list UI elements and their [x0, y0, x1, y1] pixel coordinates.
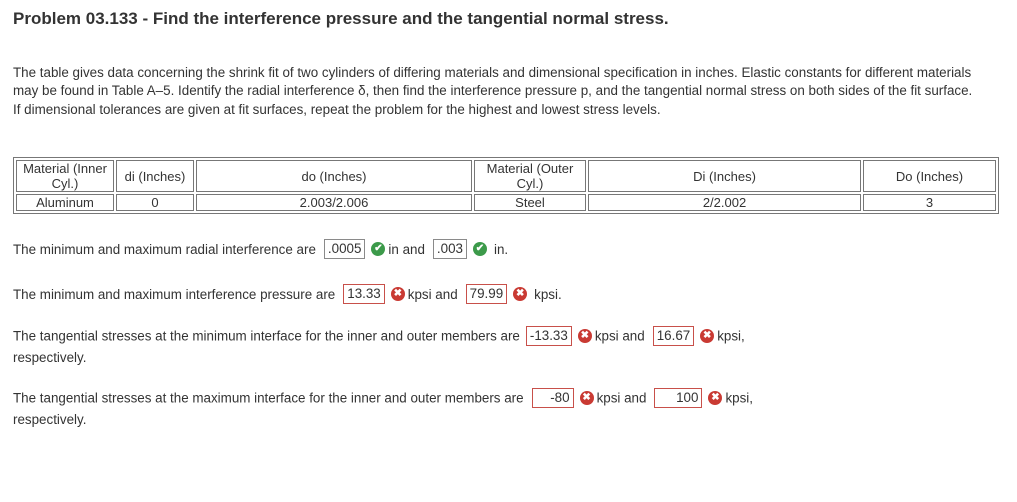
question-radial-interference: The minimum and maximum radial interfere… [13, 239, 508, 259]
answer-input-inner-stress-min[interactable]: -13.33 [525, 326, 572, 347]
data-table: Material (Inner Cyl.) di (Inches) do (In… [13, 157, 999, 214]
answer-input-max-interference[interactable]: .003 [432, 239, 467, 259]
unit-text: in. [493, 241, 509, 257]
unit-text: in and [388, 241, 425, 257]
question-text: The minimum and maximum radial interfere… [13, 241, 316, 257]
tail-text: respectively. [13, 412, 87, 428]
answer-input-inner-stress-max[interactable]: -80 [531, 388, 574, 409]
question-interference-pressure: The minimum and maximum interference pre… [13, 284, 562, 304]
table-header-material-outer: Material (Outer Cyl.) [474, 160, 586, 192]
question-text: The tangential stresses at the minimum i… [13, 328, 520, 344]
table-row: Aluminum 0 2.003/2.006 Steel 2/2.002 3 [16, 194, 996, 211]
check-icon: ✔ [371, 242, 386, 256]
answer-input-min-pressure[interactable]: 13.33 [343, 284, 385, 304]
answer-input-outer-stress-min[interactable]: 16.67 [652, 326, 695, 347]
cross-icon: ✖ [513, 287, 528, 301]
unit-text: kpsi. [534, 286, 562, 302]
table-header-row: Material (Inner Cyl.) di (Inches) do (In… [16, 160, 996, 192]
cross-icon: ✖ [579, 391, 594, 406]
table-cell: 0 [116, 194, 194, 211]
cross-icon: ✖ [390, 287, 405, 301]
cross-icon: ✖ [577, 329, 592, 344]
unit-text: kpsi, [717, 328, 745, 344]
table-header-Di: Di (Inches) [588, 160, 861, 192]
table-cell: Steel [474, 194, 586, 211]
question-text: The tangential stresses at the maximum i… [13, 390, 524, 406]
table-cell: Aluminum [16, 194, 114, 211]
table-header-di: di (Inches) [116, 160, 194, 192]
question-text: The minimum and maximum interference pre… [13, 286, 336, 302]
unit-text: kpsi and [407, 286, 458, 302]
tail-text: respectively. [13, 350, 87, 366]
table-cell: 3 [863, 194, 996, 211]
cross-icon: ✖ [708, 391, 723, 406]
question-tangential-min: The tangential stresses at the minimum i… [13, 325, 1003, 369]
problem-title: Problem 03.133 - Find the interference p… [13, 9, 669, 28]
table-header-material-inner: Material (Inner Cyl.) [16, 160, 114, 192]
table-cell: 2.003/2.006 [196, 194, 472, 211]
answer-input-outer-stress-max[interactable]: 100 [654, 388, 703, 409]
unit-text: kpsi and [596, 390, 647, 406]
question-tangential-max: The tangential stresses at the maximum i… [13, 387, 1003, 431]
table-header-do: do (Inches) [196, 160, 472, 192]
answer-input-max-pressure[interactable]: 79.99 [465, 284, 508, 304]
unit-text: kpsi, [725, 390, 753, 406]
answer-input-min-interference[interactable]: .0005 [323, 239, 366, 259]
unit-text: kpsi and [594, 328, 645, 344]
table-cell: 2/2.002 [588, 194, 861, 211]
table-header-Do: Do (Inches) [863, 160, 996, 192]
check-icon: ✔ [472, 242, 487, 256]
problem-description: The table gives data concerning the shri… [13, 65, 973, 117]
cross-icon: ✖ [700, 329, 715, 344]
